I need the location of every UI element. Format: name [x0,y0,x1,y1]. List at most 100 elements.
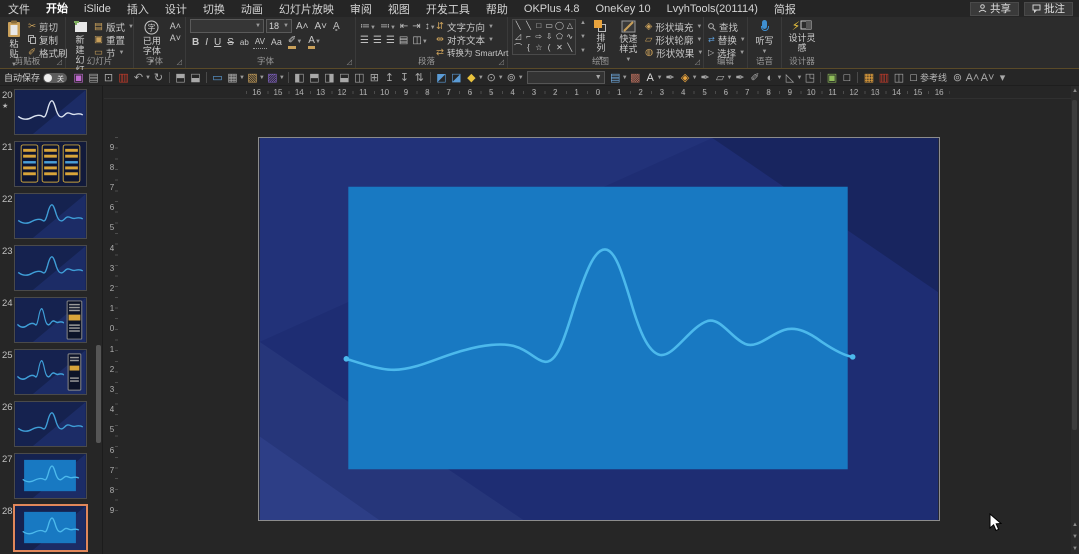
merge-shapes-alt[interactable]: ⊚ ▼ [504,70,524,86]
shape-format[interactable]: ◆ ▼ [464,70,484,86]
insert-shape[interactable]: ▧ ▼ [245,70,265,86]
separator[interactable] [285,70,292,86]
numbering-button[interactable]: ≕▼ [380,21,396,32]
zoom-to-selection[interactable]: ◪ [449,70,464,86]
distribute[interactable]: ⊞ [367,70,382,86]
merge-shapes[interactable]: ⊙ ▼ [484,70,504,86]
separator[interactable] [203,70,210,86]
thumbnail-scrollbar[interactable] [96,345,101,443]
toggle-pill[interactable]: 关 [43,73,67,83]
align-top[interactable]: ↥ [382,70,397,86]
clipboard-dialog-launcher[interactable]: ◿ [57,58,62,66]
font-color-button[interactable]: A▼ [306,35,323,49]
increase-font-button[interactable]: A˄ [294,19,311,33]
hyperlink[interactable]: ⊚ [950,70,965,86]
strikethrough-button[interactable]: S [225,35,236,49]
picture-styles[interactable]: ▤ ▼ [608,70,628,86]
decrease-indent-button[interactable]: ⇤ [400,21,408,32]
slideshow-from-current[interactable]: ⬓ [188,70,203,86]
autosave-toggle[interactable]: 自动保存 关 [4,71,67,84]
separator[interactable] [166,70,173,86]
menu-tab[interactable]: OKPlus 4.8 [516,2,588,16]
previous-slide-icon[interactable]: ▲ [1071,522,1079,528]
font-dialog-launcher[interactable]: ◿ [347,58,352,66]
separator[interactable] [817,70,824,86]
separator[interactable] [427,70,434,86]
shape-effects[interactable]: ◐ ▼ [763,70,783,86]
layout-button[interactable]: ▤版式▼ [94,21,134,32]
increase-font[interactable]: A˄ [965,70,980,86]
text-shadow-button[interactable]: ab [238,35,251,49]
thumbnail-slide-20[interactable]: 20★ [0,89,102,141]
clear-formatting-button[interactable]: Ḁ [331,19,342,33]
guides-checkbox[interactable]: ☐ 参考线 [906,70,950,86]
shape-glyph[interactable]: ⌐ [526,33,531,41]
rotate-3d[interactable]: ◺ ▼ [782,70,802,86]
cut-button[interactable]: ✂剪切 [28,21,67,32]
separator[interactable] [854,70,861,86]
menu-tab[interactable]: 切换 [195,0,233,18]
shape-outline-button[interactable]: ▱形状轮廓▼ [645,34,699,45]
font-color[interactable]: A ▼ [643,70,663,86]
thumbnail-slide-27[interactable]: 27 [0,453,102,505]
menu-tab[interactable]: 幻灯片放映 [271,0,342,18]
insert-textbox[interactable]: ▭ [210,70,225,86]
eyedropper-fill[interactable]: ✒ [698,70,713,86]
thumbnail-slide-25[interactable]: 25 [0,349,102,401]
qat-overflow[interactable]: ▾ [995,70,1010,86]
shape-glyph[interactable]: ⇩ [546,33,553,41]
italic-button[interactable]: I [203,35,210,49]
shape-glyph[interactable]: ✕ [556,44,563,52]
outline-color-swatch[interactable]: □ [839,70,854,86]
font-name-combo[interactable]: ▼ [190,19,264,33]
thumbnail-slide-23[interactable]: 23 [0,245,102,297]
shape-glyph[interactable]: ▭ [545,22,553,30]
swap-position[interactable]: ⇅ [412,70,427,86]
send-backward[interactable]: ⬒ [307,70,322,86]
justify-button[interactable]: ▤ [399,35,408,46]
shape-fill[interactable]: ◈ ▼ [678,70,698,86]
underline-button[interactable]: U [212,35,223,49]
change-case-button[interactable]: Aa [269,35,284,49]
next-slide-icon[interactable]: ▼ [1071,534,1079,540]
align-right-button[interactable]: ☰ [386,35,395,46]
font-size-combo[interactable]: 18▼ [266,19,292,33]
line-spacing-button[interactable]: ↕▼ [425,21,436,32]
shape-glyph[interactable]: ∿ [566,33,573,41]
menu-tab[interactable]: 文件 [0,0,38,18]
reset-button[interactable]: ▣重置 [94,34,134,45]
shape-glyph[interactable]: ◯ [555,22,564,30]
curve-endpoint-right[interactable] [850,354,856,360]
shapes-gallery-scroll[interactable]: ▲▼▼ [580,19,586,55]
undo[interactable]: ↶ ▼ [131,70,151,86]
menu-tab[interactable]: 开发工具 [418,0,478,18]
menu-tab[interactable]: 开始 [38,0,76,19]
shape-glyph[interactable]: ⬠ [556,33,563,41]
picture-tool[interactable]: ◫ [891,70,906,86]
screenshot[interactable]: ▩ [628,70,643,86]
save[interactable]: ▣ [71,70,86,86]
brush[interactable]: ✐ [748,70,763,86]
fill-color-swatch[interactable]: ▣ [824,70,839,86]
copy-button[interactable]: 复制 [28,34,67,45]
bring-forward[interactable]: ◧ [292,70,307,86]
scroll-up-icon[interactable]: ▲ [1071,88,1079,94]
save-as[interactable]: ▤ [86,70,101,86]
bullets-button[interactable]: ≔▼ [360,21,376,32]
menu-tab[interactable]: LvyhTools(201114) [659,2,766,16]
menu-tab[interactable]: iSlide [76,2,119,16]
menu-tab[interactable]: 插入 [119,0,157,18]
used-font-dialog-launcher[interactable]: ◿ [177,58,182,66]
table-tool[interactable]: ▦ [861,70,876,86]
highlight-tool[interactable]: ▥ [876,70,891,86]
slide-editing-surface[interactable] [258,137,940,521]
shape-size-combo[interactable]: ▼ [524,70,608,86]
export-pdf[interactable]: ▥ [116,70,131,86]
menu-tab[interactable]: 帮助 [478,0,516,18]
thumbnail-slide-22[interactable]: 22 [0,193,102,245]
shape-glyph[interactable]: ╲ [526,22,531,30]
thumbnail-slide-26[interactable]: 26 [0,401,102,453]
align-center-button[interactable]: ☰ [373,35,382,46]
thumbnail-slide-21[interactable]: 21 [0,141,102,193]
theme-colors[interactable]: ▨ ▼ [265,70,285,86]
